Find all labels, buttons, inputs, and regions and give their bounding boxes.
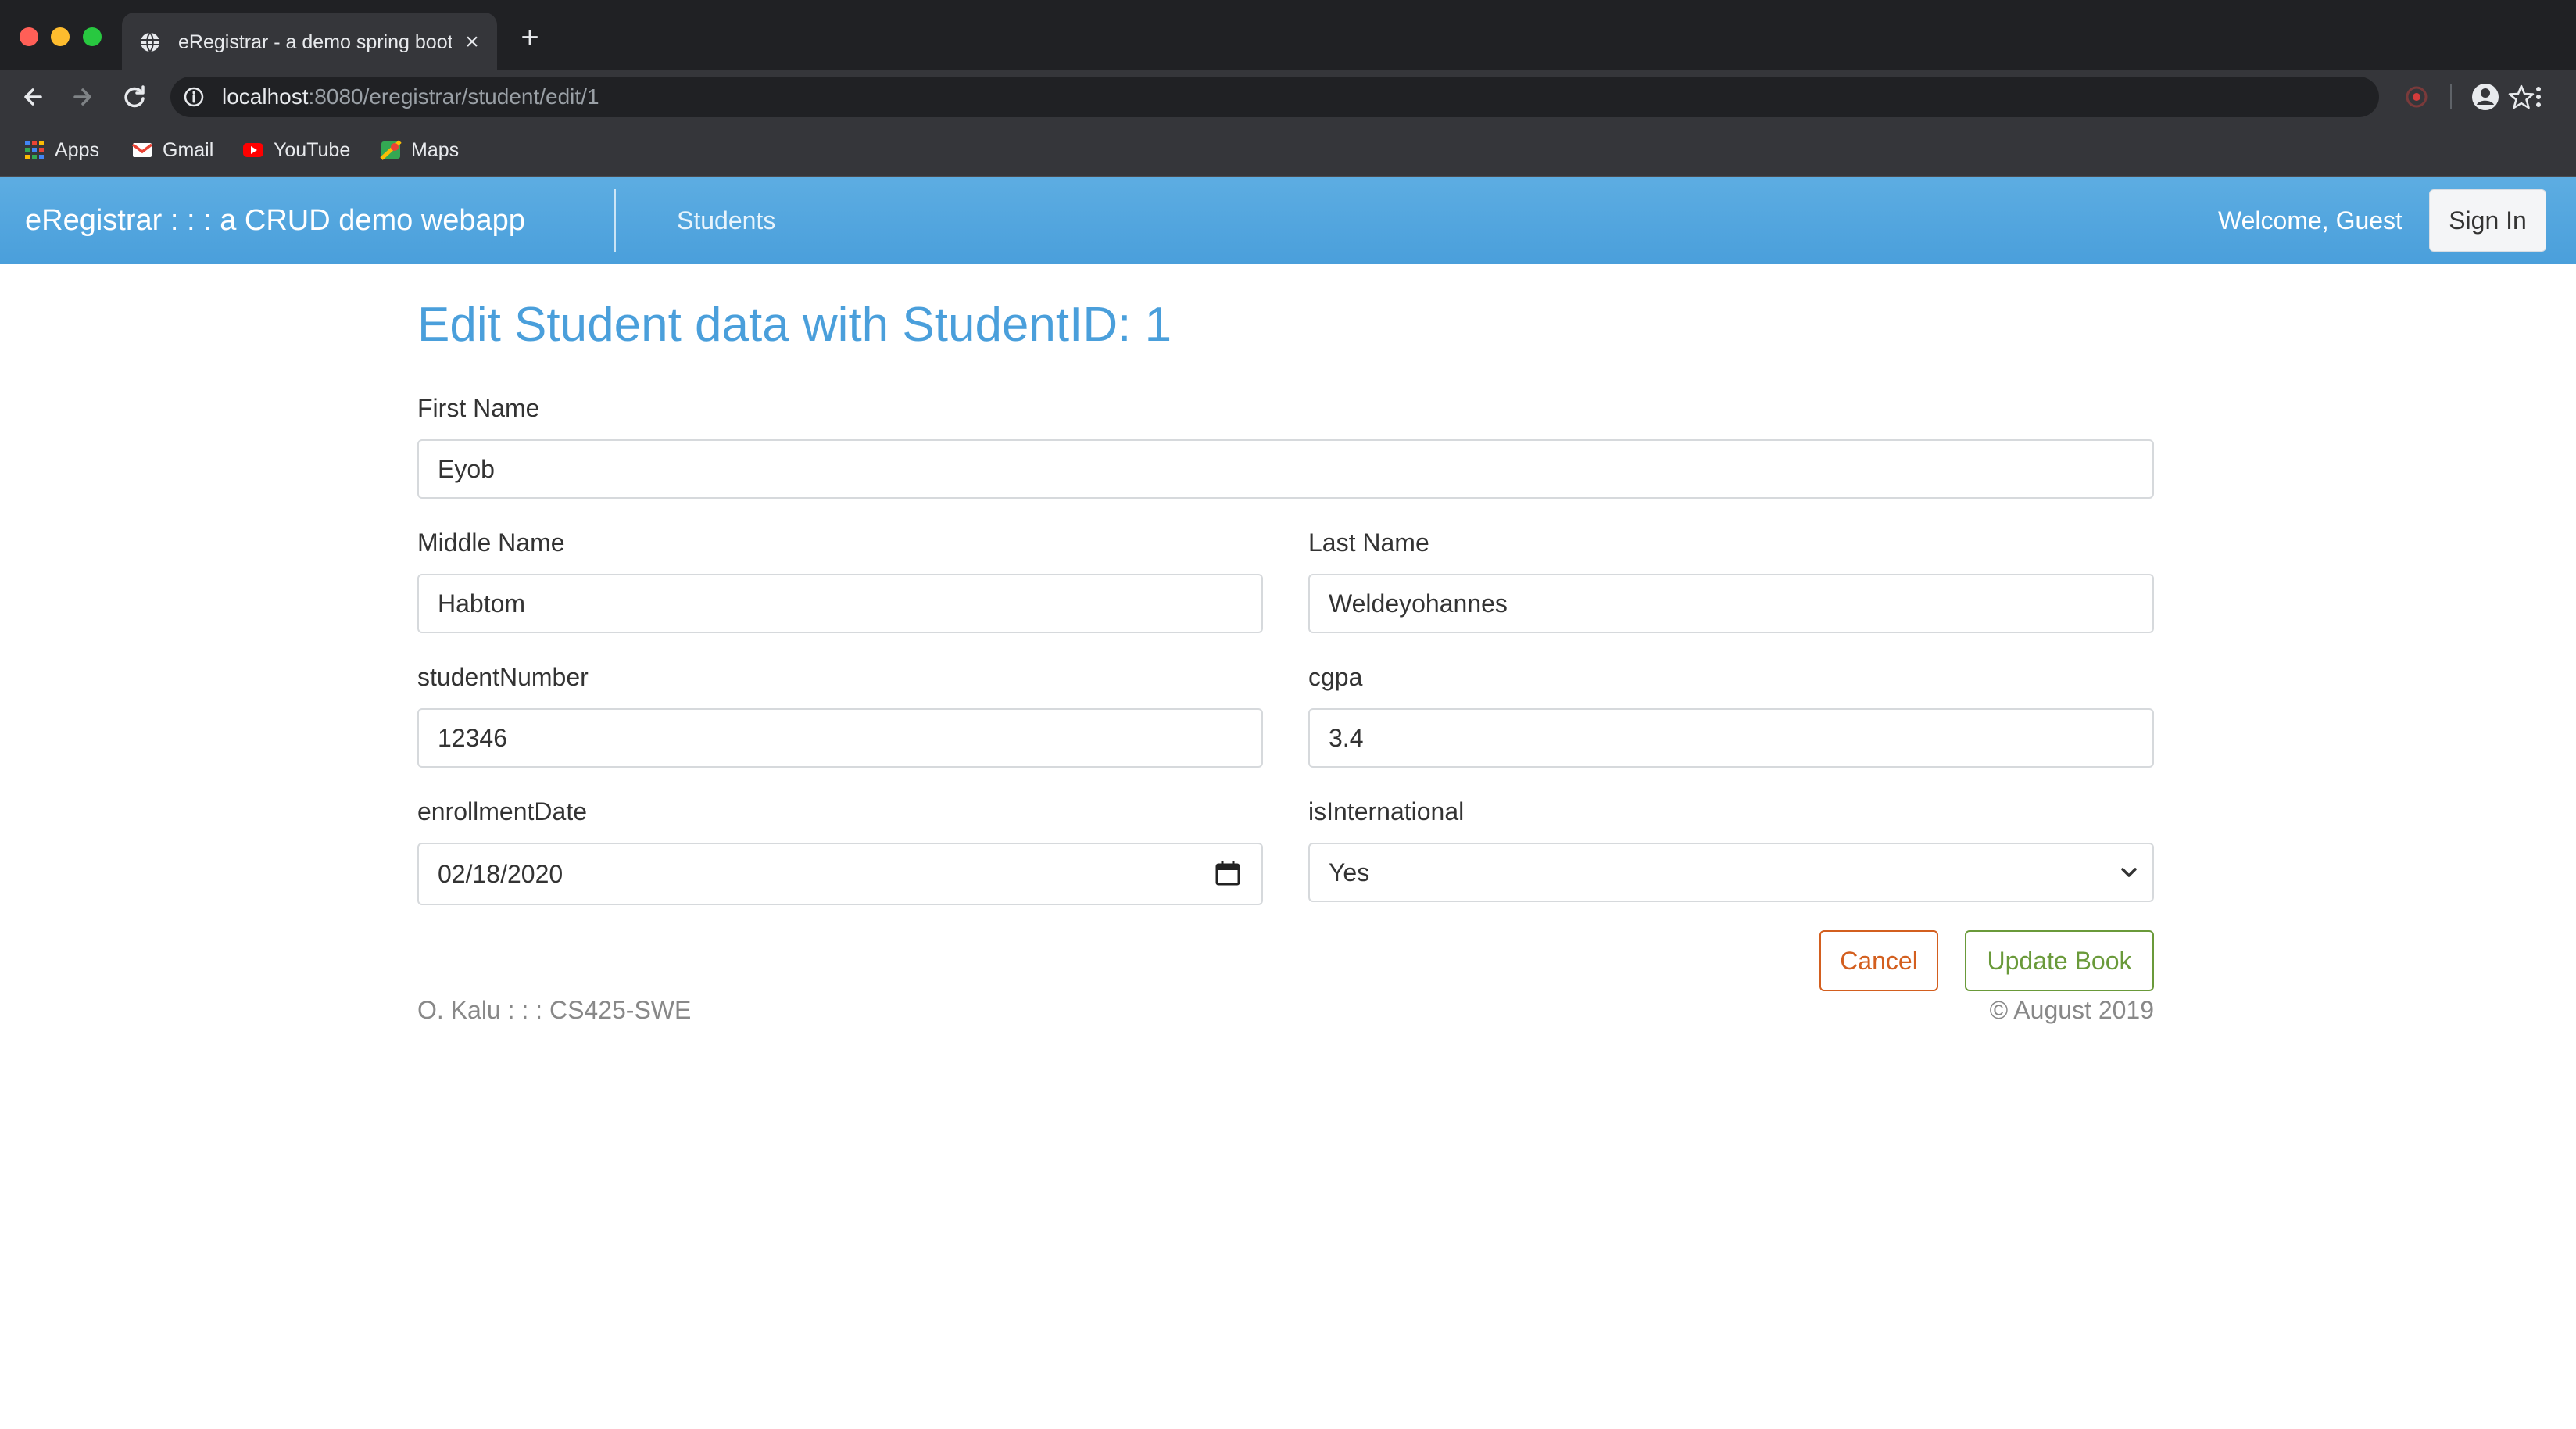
cgpa-input[interactable]: 3.4 [1308, 708, 2154, 768]
enrollment-date-label: enrollmentDate [417, 797, 587, 826]
page-title: Edit Student data with StudentID: 1 [417, 298, 1172, 352]
bookmark-gmail[interactable]: Gmail [131, 134, 213, 166]
navbar-divider [614, 189, 616, 252]
forward-arrow-icon[interactable] [67, 81, 98, 113]
bookmarks-bar: Apps Gmail YouTube Maps [0, 124, 2576, 177]
youtube-icon [243, 143, 263, 157]
cgpa-label: cgpa [1308, 663, 1363, 691]
first-name-input[interactable]: Eyob [417, 439, 2154, 499]
welcome-text: Welcome, Guest [2218, 206, 2402, 235]
address-bar[interactable]: localhost:8080/eregistrar/student/edit/1 [170, 77, 2535, 117]
is-international-select[interactable]: Yes [1308, 843, 2154, 902]
browser-tab[interactable]: eRegistrar - a demo spring boot × [122, 13, 497, 70]
cancel-button[interactable]: Cancel [1819, 930, 1938, 991]
is-international-label: isInternational [1308, 797, 1465, 826]
back-arrow-icon[interactable] [17, 81, 48, 113]
browser-toolbar: localhost:8080/eregistrar/student/edit/1 [0, 70, 2576, 124]
tab-title: eRegistrar - a demo spring boot [178, 31, 452, 53]
footer-author: O. Kalu : : : CS425-SWE [417, 996, 692, 1024]
is-international-selected: Yes [1329, 858, 1370, 886]
first-name-label: First Name [417, 394, 540, 422]
maximize-window-button[interactable] [83, 27, 102, 46]
enrollment-date-value: 02/18/2020 [438, 860, 564, 888]
sign-in-button[interactable]: Sign In [2429, 189, 2546, 252]
web-page: eRegistrar : : : a CRUD demo webapp Stud… [0, 177, 2576, 1429]
middle-name-label: Middle Name [417, 528, 565, 557]
bookmark-label: YouTube [274, 138, 351, 161]
bookmark-label: Maps [411, 138, 460, 161]
globe-icon [141, 32, 159, 52]
student-number-label: studentNumber [417, 663, 589, 691]
bookmark-apps[interactable]: Apps [23, 134, 99, 166]
update-button[interactable]: Update Book [1965, 930, 2154, 991]
middle-name-input[interactable]: Habtom [417, 574, 1263, 633]
bookmark-maps[interactable]: Maps [380, 134, 459, 166]
browser-tabstrip: eRegistrar - a demo spring boot × + [0, 0, 2576, 70]
last-name-input[interactable]: Weldeyohannes [1308, 574, 2154, 633]
close-window-button[interactable] [20, 27, 38, 46]
last-name-label: Last Name [1308, 528, 1429, 557]
bookmark-label: Gmail [163, 138, 214, 161]
app-navbar: eRegistrar : : : a CRUD demo webapp Stud… [0, 177, 2576, 264]
extension-icon[interactable] [2401, 81, 2432, 113]
student-number-input[interactable]: 12346 [417, 708, 1263, 768]
url-path: :8080/eregistrar/student/edit/1 [308, 84, 599, 109]
reload-icon[interactable] [119, 81, 150, 113]
nav-link-students[interactable]: Students [677, 203, 775, 238]
minimize-window-button[interactable] [51, 27, 70, 46]
new-tab-button[interactable]: + [516, 22, 544, 53]
url-host: localhost [222, 84, 309, 109]
chevron-down-icon [2121, 868, 2137, 877]
app-brand[interactable]: eRegistrar : : : a CRUD demo webapp [25, 200, 525, 241]
tab-close-icon[interactable]: × [458, 28, 486, 56]
profile-avatar-icon[interactable] [2470, 81, 2501, 113]
more-menu-icon[interactable] [2523, 81, 2554, 113]
bookmark-youtube[interactable]: YouTube [242, 134, 350, 166]
enrollment-date-input[interactable]: 02/18/2020 [417, 843, 1263, 905]
calendar-icon[interactable] [1215, 860, 1241, 886]
apps-grid-icon [25, 141, 44, 159]
bookmark-label: Apps [55, 138, 99, 161]
footer-copyright: © August 2019 [1989, 996, 2154, 1024]
url-text[interactable]: localhost:8080/eregistrar/student/edit/1 [222, 83, 599, 111]
gmail-icon [131, 143, 153, 157]
info-icon[interactable] [183, 86, 205, 108]
toolbar-divider [2450, 84, 2452, 109]
maps-icon [380, 140, 402, 160]
